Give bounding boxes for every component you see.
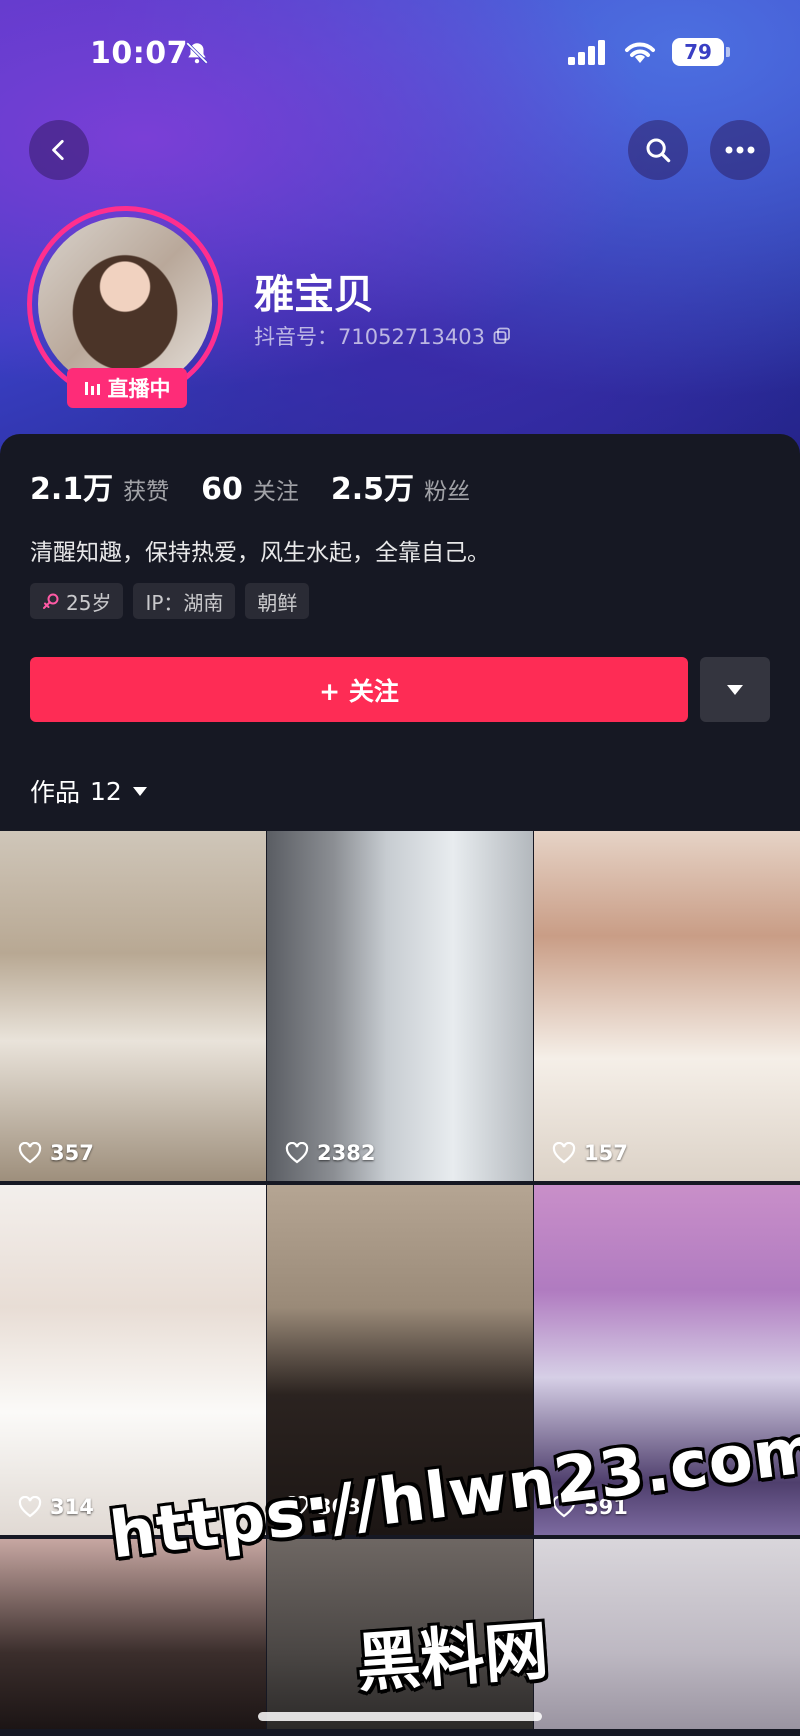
wifi-icon	[625, 42, 655, 63]
stat-value: 2.5万	[330, 472, 415, 507]
live-badge[interactable]: 直播中	[67, 368, 187, 408]
heart-icon	[285, 1142, 309, 1164]
more-options-button[interactable]	[710, 120, 770, 180]
female-icon	[43, 593, 59, 609]
video-grid: 357 2382 157 314 303 591	[0, 831, 800, 1729]
status-indicators: 79	[568, 38, 730, 66]
video-thumbnail[interactable]: 314	[0, 1185, 266, 1535]
search-button[interactable]	[628, 120, 688, 180]
cellular-signal-icon	[568, 40, 605, 65]
chevron-left-icon	[52, 139, 64, 161]
status-time: 10:07	[90, 36, 188, 71]
follow-button-label: + 关注	[319, 676, 399, 706]
video-thumbnail[interactable]	[534, 1539, 800, 1729]
video-thumbnail[interactable]: 357	[0, 831, 266, 1181]
caret-down-icon	[132, 786, 147, 796]
stat-value: 2.1万	[30, 472, 114, 507]
back-button[interactable]	[29, 120, 89, 180]
live-badge-label: 直播中	[107, 377, 171, 401]
like-count: 314	[18, 1495, 94, 1519]
works-label: 作品	[30, 778, 81, 807]
silent-mode-icon	[186, 42, 208, 64]
profile-tags: 25岁 IP：湖南 朝鲜	[30, 583, 310, 619]
stat-following[interactable]: 60 关注	[201, 472, 299, 507]
more-dots-icon	[725, 146, 755, 154]
video-thumbnail[interactable]: 157	[534, 831, 800, 1181]
profile-stats: 2.1万 获赞 60 关注 2.5万 粉丝	[30, 464, 470, 508]
tag-age: 25岁	[30, 583, 124, 619]
works-count: 12	[90, 776, 122, 806]
like-count-value: 357	[50, 1141, 94, 1165]
like-count-value: 157	[584, 1141, 628, 1165]
douyin-id-row[interactable]: 抖音号：71052713403	[254, 321, 511, 351]
like-count: 357	[18, 1141, 94, 1165]
follow-button[interactable]: + 关注	[30, 657, 688, 722]
like-count: 2382	[285, 1141, 375, 1165]
stat-label: 获赞	[123, 479, 170, 505]
tag-region: 朝鲜	[245, 583, 310, 619]
tag-age-label: 25岁	[66, 590, 112, 615]
search-icon	[646, 138, 671, 163]
copy-icon[interactable]	[493, 327, 511, 345]
douyin-id: 抖音号：71052713403	[254, 325, 485, 349]
video-thumbnail[interactable]: 2382	[267, 831, 533, 1181]
like-count-value: 314	[50, 1495, 94, 1519]
home-indicator[interactable]	[258, 1712, 542, 1721]
recommend-dropdown-button[interactable]	[700, 657, 770, 722]
stat-value: 60	[201, 472, 243, 507]
profile-bio: 清醒知趣，保持热爱，风生水起，全靠自己。	[30, 540, 490, 566]
stat-label: 关注	[252, 479, 299, 505]
battery-level: 79	[672, 38, 724, 66]
like-count-value: 2382	[317, 1141, 376, 1165]
caret-down-icon	[727, 684, 743, 695]
heart-icon	[552, 1142, 576, 1164]
watermark-name: 黑料网	[354, 1614, 551, 1702]
stat-label: 粉丝	[424, 479, 471, 505]
tag-region-label: 朝鲜	[257, 590, 298, 615]
battery-indicator: 79	[672, 38, 730, 66]
battery-tip	[726, 47, 730, 57]
live-bars-icon	[84, 382, 100, 395]
stat-likes[interactable]: 2.1万 获赞	[30, 464, 169, 508]
tag-ip-label: IP：湖南	[145, 590, 224, 615]
avatar-image	[38, 217, 212, 391]
stat-followers[interactable]: 2.5万 粉丝	[331, 464, 470, 508]
tag-ip-location: IP：湖南	[133, 583, 236, 619]
profile-nickname: 雅宝贝	[254, 272, 374, 318]
heart-icon	[18, 1496, 42, 1518]
heart-icon	[18, 1142, 42, 1164]
works-tab[interactable]: 作品 12	[30, 773, 148, 809]
like-count: 157	[552, 1141, 628, 1165]
